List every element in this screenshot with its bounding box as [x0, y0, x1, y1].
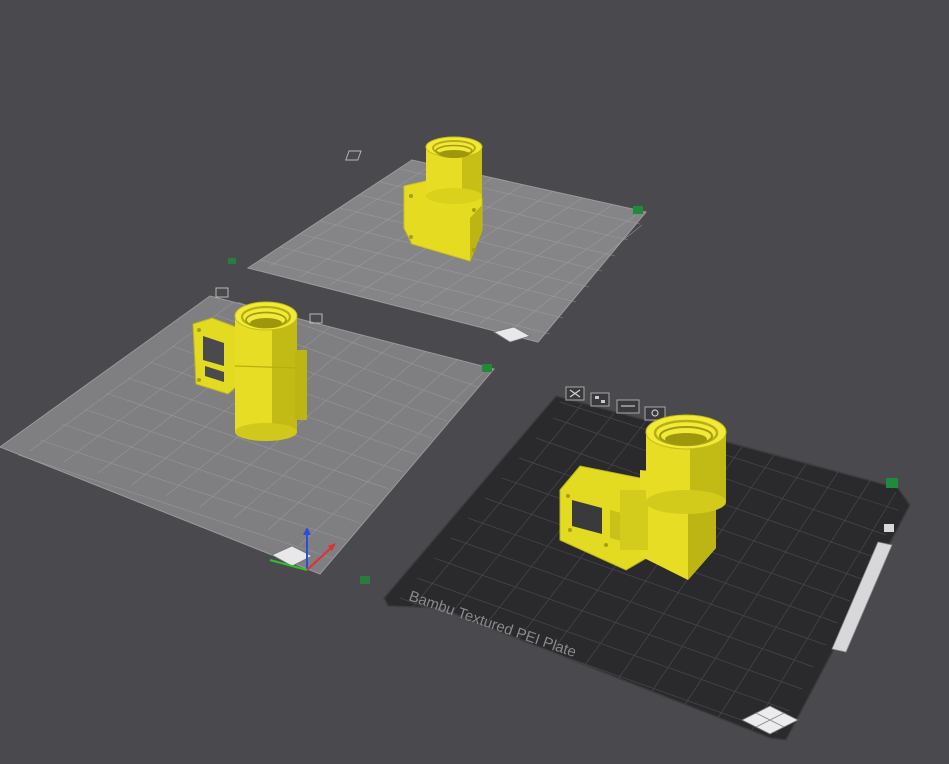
3d-viewport[interactable]: Bambu Textured PEI Plate: [0, 0, 949, 759]
plate-number-badge: [886, 478, 898, 488]
arrange-icon[interactable]: [590, 392, 610, 407]
orient-icon[interactable]: [616, 399, 640, 414]
model-object-1[interactable]: [403, 136, 483, 262]
plate-number-badge: [482, 364, 492, 372]
build-plate-2[interactable]: [0, 287, 495, 584]
plate-lock-icon: [360, 576, 370, 584]
close-icon[interactable]: [565, 386, 585, 401]
close-icon[interactable]: [345, 150, 362, 161]
build-plate-3[interactable]: Bambu Textured PEI Plate: [383, 386, 911, 741]
plate-lock-icon: [228, 258, 236, 264]
plate-number-badge: [633, 206, 643, 214]
